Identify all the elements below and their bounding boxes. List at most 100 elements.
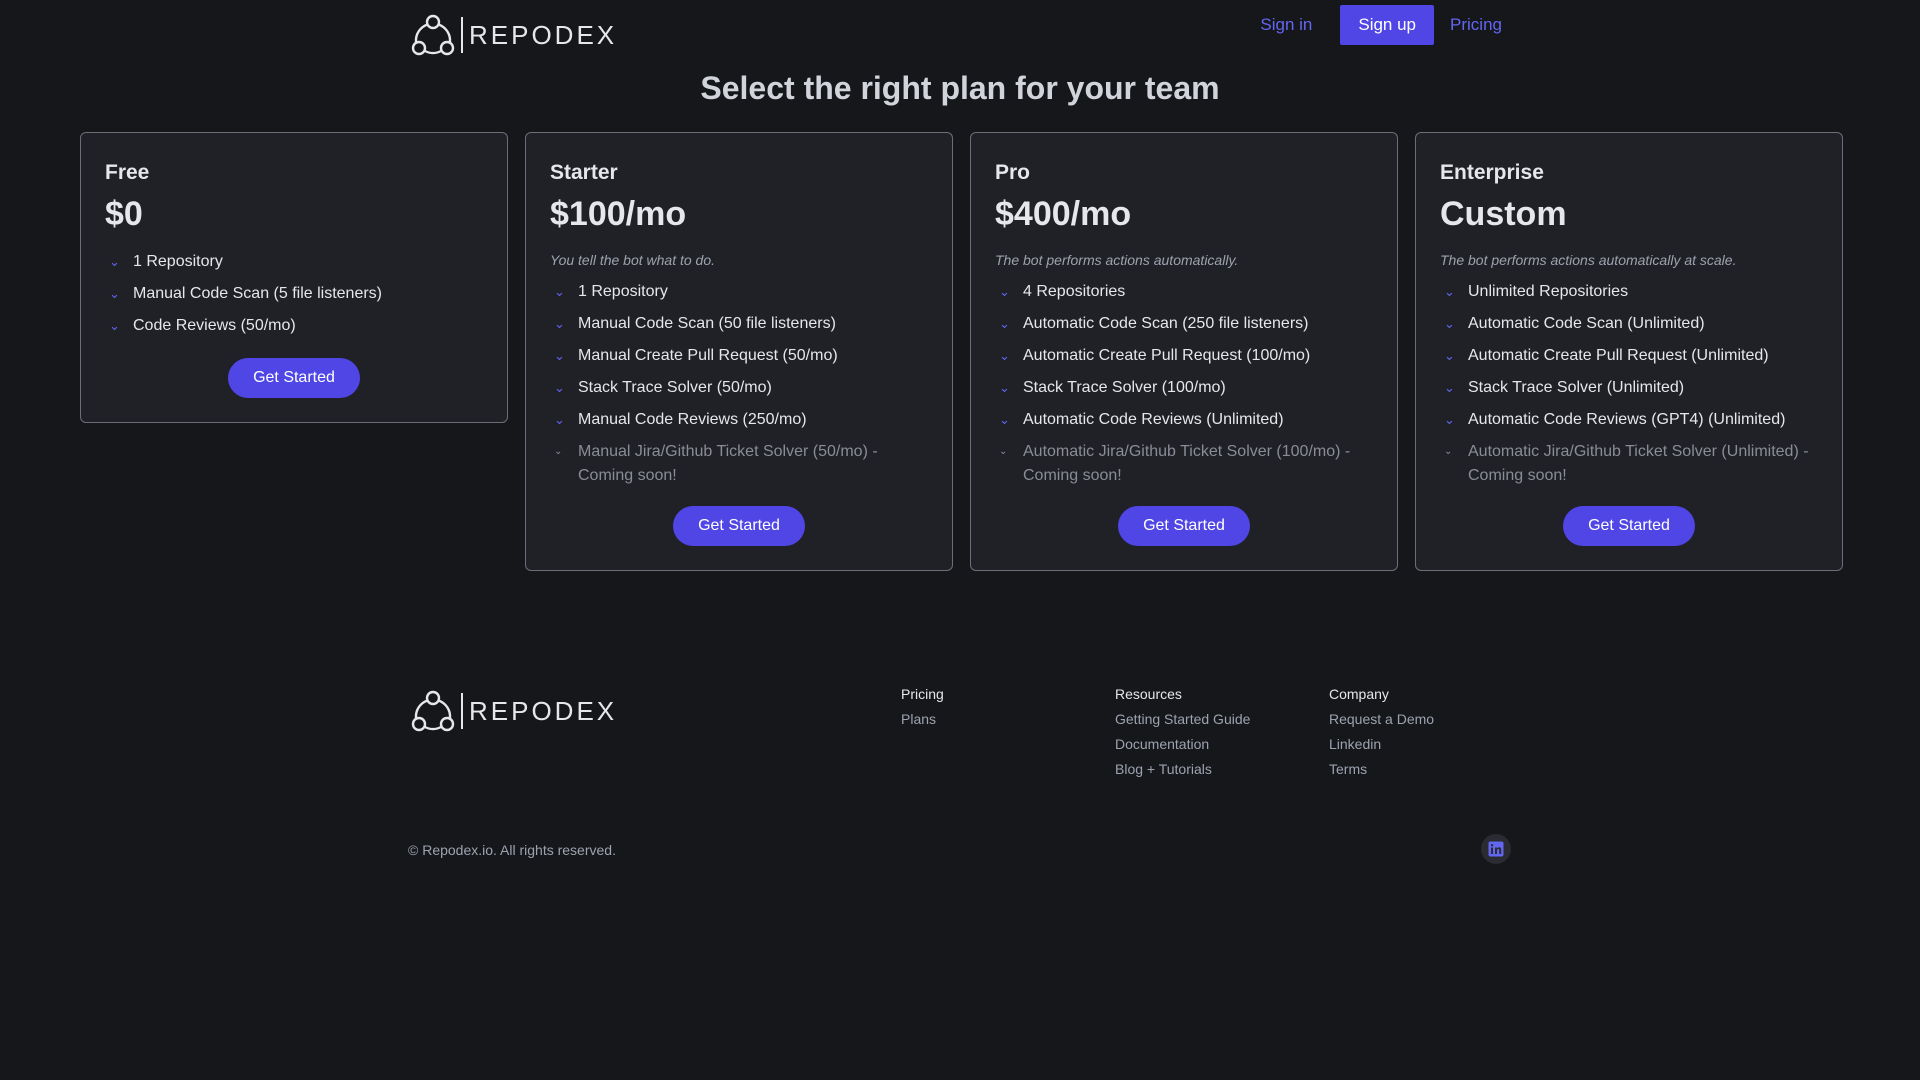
- check-icon: ⌄: [1444, 380, 1455, 395]
- feature-label: 1 Repository: [133, 253, 223, 270]
- feature-label: Automatic Create Pull Request (100/mo): [1023, 347, 1311, 364]
- feature-label: Manual Code Reviews (250/mo): [578, 411, 807, 428]
- feature-label: Automatic Code Reviews (Unlimited): [1023, 411, 1284, 428]
- header-logo[interactable]: REPODEX: [411, 13, 617, 57]
- feature-label: Automatic Create Pull Request (Unlimited…: [1468, 347, 1769, 364]
- plan-price: $0: [105, 195, 143, 233]
- plan-card-pro: Pro $400/mo The bot performs actions aut…: [970, 132, 1398, 571]
- feature-item-coming-soon: ⌄ Automatic Jira/Github Ticket Solver (Un…: [1440, 440, 1818, 488]
- cta-wrap: Get Started: [105, 358, 483, 398]
- check-icon: ⌄: [1444, 446, 1453, 457]
- plan-name: Pro: [995, 161, 1031, 184]
- feature-label: Stack Trace Solver (Unlimited): [1468, 379, 1685, 396]
- feature-item: ⌄ Stack Trace Solver (50/mo): [550, 376, 928, 400]
- logo-wordmark: REPODEX: [469, 19, 618, 50]
- sign-up-button[interactable]: Sign up: [1340, 5, 1435, 45]
- feature-label: Manual Jira/Github Ticket Solver (50/mo)…: [578, 443, 878, 484]
- cta-wrap: Get Started: [995, 506, 1373, 546]
- feature-item: ⌄ Stack Trace Solver (100/mo): [995, 376, 1373, 400]
- feature-list: ⌄ 1 Repository ⌄ Manual Code Scan (5 file …: [105, 250, 483, 338]
- plan-name: Free: [105, 161, 150, 184]
- feature-item: ⌄ Automatic Create Pull Request (100/mo): [995, 344, 1373, 368]
- feature-list: ⌄ 4 Repositories ⌄ Automatic Code Scan (25…: [995, 280, 1373, 488]
- repodex-logo-icon: [411, 690, 455, 732]
- feature-item: ⌄ Manual Code Scan (5 file listeners): [105, 282, 483, 306]
- linkedin-social-button[interactable]: [1481, 834, 1511, 864]
- linkedin-icon: [1488, 841, 1504, 857]
- plan-price: $400/mo: [995, 195, 1132, 233]
- feature-item: ⌄ Automatic Code Scan (Unlimited): [1440, 312, 1818, 336]
- feature-label: Manual Code Scan (5 file listeners): [133, 285, 383, 302]
- feature-label: Code Reviews (50/mo): [133, 317, 296, 334]
- footer-link-getting-started[interactable]: Getting Started Guide: [1115, 711, 1329, 727]
- sign-in-link[interactable]: Sign in: [1260, 15, 1312, 35]
- feature-item-coming-soon: ⌄ Manual Jira/Github Ticket Solver (50/mo…: [550, 440, 928, 488]
- feature-label: Automatic Jira/Github Ticket Solver (Unl…: [1468, 443, 1809, 484]
- cta-wrap: Get Started: [1440, 506, 1818, 546]
- footer-link-documentation[interactable]: Documentation: [1115, 736, 1329, 752]
- check-icon: ⌄: [999, 284, 1010, 299]
- check-icon: ⌄: [554, 446, 563, 457]
- repodex-logo-icon: [411, 14, 455, 56]
- feature-item: ⌄ Manual Create Pull Request (50/mo): [550, 344, 928, 368]
- plan-name: Enterprise: [1440, 161, 1544, 184]
- feature-label: Stack Trace Solver (50/mo): [578, 379, 772, 396]
- get-started-button-free[interactable]: Get Started: [228, 358, 360, 398]
- check-icon: ⌄: [999, 348, 1010, 363]
- plan-card-starter: Starter $100/mo You tell the bot what to…: [525, 132, 953, 571]
- feature-label: Automatic Code Scan (250 file listeners): [1023, 315, 1309, 332]
- check-icon: ⌄: [554, 348, 565, 363]
- plan-description: You tell the bot what to do.: [550, 252, 716, 268]
- footer-column-heading: Company: [1329, 686, 1389, 702]
- feature-item: ⌄ Unlimited Repositories: [1440, 280, 1818, 304]
- feature-label: Manual Create Pull Request (50/mo): [578, 347, 838, 364]
- footer-link-blog[interactable]: Blog + Tutorials: [1115, 761, 1329, 777]
- check-icon: ⌄: [999, 412, 1010, 427]
- footer-column-pricing: Pricing Plans: [901, 686, 1115, 786]
- page-title: Select the right plan for your team: [700, 70, 1220, 106]
- pricing-link[interactable]: Pricing: [1450, 15, 1502, 35]
- plan-name: Starter: [550, 161, 618, 184]
- check-icon: ⌄: [554, 316, 565, 331]
- feature-label: 4 Repositories: [1023, 283, 1126, 300]
- get-started-button-starter[interactable]: Get Started: [673, 506, 805, 546]
- feature-label: 1 Repository: [578, 283, 668, 300]
- footer-link-plans[interactable]: Plans: [901, 711, 1115, 727]
- check-icon: ⌄: [999, 316, 1010, 331]
- feature-label: Automatic Code Scan (Unlimited): [1468, 315, 1705, 332]
- check-icon: ⌄: [109, 286, 120, 301]
- check-icon: ⌄: [554, 284, 565, 299]
- top-nav: Sign in Sign up Pricing: [1260, 5, 1502, 45]
- get-started-button-enterprise[interactable]: Get Started: [1563, 506, 1695, 546]
- footer-logo[interactable]: REPODEX: [411, 689, 617, 733]
- feature-item: ⌄ Automatic Code Reviews (GPT4) (Unlimite…: [1440, 408, 1818, 432]
- feature-item: ⌄ Automatic Code Scan (250 file listeners…: [995, 312, 1373, 336]
- site-header: REPODEX Sign in Sign up Pricing: [0, 0, 1920, 70]
- plan-card-free: Free $0 ⌄ 1 Repository ⌄ Manual Code Scan …: [80, 132, 508, 423]
- check-icon: ⌄: [1444, 316, 1455, 331]
- footer-columns: Pricing Plans Resources Getting Started …: [901, 686, 1543, 786]
- footer-column-company: Company Request a Demo Linkedin Terms: [1329, 686, 1543, 786]
- feature-item: ⌄ Automatic Create Pull Request (Unlimite…: [1440, 344, 1818, 368]
- feature-list: ⌄ Unlimited Repositories ⌄ Automatic Code …: [1440, 280, 1818, 488]
- footer-column-heading: Pricing: [901, 686, 944, 702]
- check-icon: ⌄: [999, 380, 1010, 395]
- check-icon: ⌄: [1444, 284, 1455, 299]
- feature-label: Manual Code Scan (50 file listeners): [578, 315, 836, 332]
- footer-column-heading: Resources: [1115, 686, 1182, 702]
- plan-price: $100/mo: [550, 195, 687, 233]
- get-started-button-pro[interactable]: Get Started: [1118, 506, 1250, 546]
- check-icon: ⌄: [1444, 412, 1455, 427]
- feature-item: ⌄ Stack Trace Solver (Unlimited): [1440, 376, 1818, 400]
- logo-divider: [461, 693, 463, 729]
- feature-list: ⌄ 1 Repository ⌄ Manual Code Scan (50 file…: [550, 280, 928, 488]
- logo-divider: [461, 17, 463, 53]
- footer-link-linkedin[interactable]: Linkedin: [1329, 736, 1543, 752]
- footer-link-terms[interactable]: Terms: [1329, 761, 1543, 777]
- plan-card-enterprise: Enterprise Custom The bot performs actio…: [1415, 132, 1843, 571]
- check-icon: ⌄: [554, 380, 565, 395]
- check-icon: ⌄: [554, 412, 565, 427]
- logo-wordmark: REPODEX: [469, 695, 618, 726]
- footer-column-resources: Resources Getting Started Guide Document…: [1115, 686, 1329, 786]
- footer-link-request-demo[interactable]: Request a Demo: [1329, 711, 1543, 727]
